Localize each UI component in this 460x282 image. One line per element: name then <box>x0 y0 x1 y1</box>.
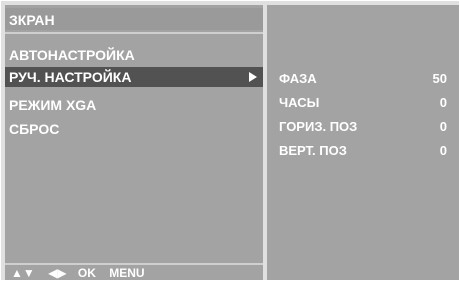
menu-item-label: АВТОНАСТРОЙКА <box>9 47 135 63</box>
menu-item-manual-tune[interactable]: РУЧ. НАСТРОЙКА <box>5 67 263 87</box>
left-right-arrows-icon: ◀▶ <box>48 266 67 280</box>
up-down-arrows-icon: ▲▼ <box>11 266 35 280</box>
menu-item-label: СБРОС <box>9 121 60 137</box>
param-name: ГОРИЗ. ПОЗ <box>279 119 358 134</box>
menu-hint: MENU <box>109 266 145 280</box>
param-row-clock[interactable]: ЧАСЫ 0 <box>267 93 459 113</box>
menu-item-reset[interactable]: СБРОС <box>5 119 263 139</box>
param-name: ФАЗА <box>279 71 317 86</box>
ok-hint: OK <box>77 266 96 280</box>
param-row-h-position[interactable]: ГОРИЗ. ПОЗ 0 <box>267 117 459 137</box>
submenu-arrow-icon <box>249 72 257 82</box>
menu-item-autotune[interactable]: АВТОНАСТРОЙКА <box>5 45 263 65</box>
param-value: 0 <box>439 119 447 134</box>
param-value: 0 <box>439 95 447 110</box>
param-value: 0 <box>439 143 447 158</box>
menu-item-label: РУЧ. НАСТРОЙКА <box>9 69 132 85</box>
param-name: ВЕРТ. ПОЗ <box>279 143 347 158</box>
menu-panel: ЗКРАН АВТОНАСТРОЙКА РУЧ. НАСТРОЙКА РЕЖИМ… <box>5 5 263 280</box>
menu-title: ЗКРАН <box>9 12 55 28</box>
param-row-v-position[interactable]: ВЕРТ. ПОЗ 0 <box>267 141 459 161</box>
param-name: ЧАСЫ <box>279 95 320 110</box>
menu-item-label: РЕЖИМ XGA <box>9 97 97 113</box>
submenu-panel: ФАЗА 50 ЧАСЫ 0 ГОРИЗ. ПОЗ 0 ВЕРТ. ПОЗ 0 <box>267 13 459 280</box>
param-value: 50 <box>432 71 447 86</box>
osd-window: ЗКРАН АВТОНАСТРОЙКА РУЧ. НАСТРОЙКА РЕЖИМ… <box>1 1 459 280</box>
menu-item-xga-mode[interactable]: РЕЖИМ XGA <box>5 95 263 115</box>
title-divider <box>5 32 263 34</box>
submenu-header <box>267 5 459 13</box>
menu-title-bar: ЗКРАН <box>5 8 263 30</box>
nav-divider <box>5 263 263 265</box>
param-row-phase[interactable]: ФАЗА 50 <box>267 69 459 89</box>
